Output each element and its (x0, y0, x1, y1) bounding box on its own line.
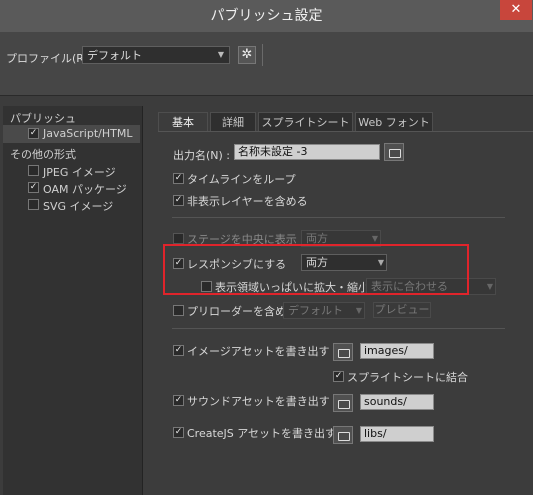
combine-sprites-label: スプライトシートに結合 (347, 371, 468, 384)
preloader-label: プリローダーを含める (187, 305, 297, 318)
sidebar-item-label: JavaScript/HTML (43, 127, 133, 140)
profile-dropdown[interactable]: デフォルト (82, 46, 230, 64)
folder-icon[interactable] (333, 343, 353, 361)
window-title: パブリッシュ設定 (210, 8, 323, 24)
sounds-path-field[interactable]: sounds/ (360, 394, 434, 410)
output-name-label: 出力名(N) : (173, 149, 231, 162)
divider (262, 44, 263, 66)
checkbox-export-sounds[interactable]: ✓ (173, 395, 184, 406)
annotation-highlight (163, 244, 469, 295)
export-sounds-label: サウンドアセットを書き出す : (187, 395, 337, 408)
output-name-field[interactable]: 名称未設定 -3 (234, 144, 380, 160)
checkbox-loop-timeline[interactable]: ✓ (173, 173, 184, 184)
tab-web-fonts[interactable]: Web フォント (355, 112, 433, 132)
export-images-label: イメージアセットを書き出す : (187, 345, 337, 358)
gear-icon[interactable]: ✲ (238, 46, 256, 64)
divider (158, 131, 533, 132)
checkbox-jpeg[interactable] (28, 165, 39, 176)
preloader-dropdown[interactable]: デフォルト ▼ (283, 302, 365, 319)
tab-spritesheet[interactable]: スプライトシート (258, 112, 353, 132)
libs-path-field[interactable]: libs/ (360, 426, 434, 442)
chevron-down-icon[interactable]: ▼ (212, 46, 230, 64)
sidebar-header-publish: パブリッシュ (10, 112, 76, 125)
checkbox-js-html[interactable]: ✓ (28, 128, 39, 139)
tab-basic[interactable]: 基本 (158, 112, 208, 132)
chevron-down-icon: ▼ (355, 306, 362, 315)
checkbox-svg[interactable] (28, 199, 39, 210)
export-createjs-label: CreateJS アセットを書き出す : (187, 427, 344, 440)
sidebar-header-other: その他の形式 (10, 148, 76, 161)
tab-advanced[interactable]: 詳細 (210, 112, 256, 132)
close-button[interactable]: ✕ (500, 0, 532, 20)
divider (172, 217, 505, 218)
sidebar-item-jpeg[interactable]: JPEG イメージ (43, 164, 116, 180)
folder-icon[interactable] (384, 143, 404, 161)
folder-icon[interactable] (333, 394, 353, 412)
checkbox-oam[interactable]: ✓ (28, 182, 39, 193)
sidebar-item-oam[interactable]: OAM パッケージ (43, 181, 127, 197)
dropdown-value: デフォルト (288, 304, 343, 317)
checkbox-preloader[interactable] (173, 305, 184, 316)
checkbox-include-hidden[interactable]: ✓ (173, 195, 184, 206)
divider (172, 328, 505, 329)
checkbox-export-images[interactable]: ✓ (173, 345, 184, 356)
checkbox-center-stage[interactable] (173, 233, 184, 244)
loop-timeline-label: タイムラインをループ (187, 173, 296, 186)
chevron-down-icon: ▼ (486, 282, 493, 291)
images-path-field[interactable]: images/ (360, 343, 434, 359)
checkbox-combine-sprites[interactable]: ✓ (333, 371, 344, 382)
sidebar-item-svg[interactable]: SVG イメージ (43, 198, 113, 214)
include-hidden-label: 非表示レイヤーを含める (187, 195, 308, 208)
folder-icon[interactable] (333, 426, 353, 444)
preview-button[interactable]: プレビュー (373, 302, 431, 318)
checkbox-export-createjs[interactable]: ✓ (173, 427, 184, 438)
